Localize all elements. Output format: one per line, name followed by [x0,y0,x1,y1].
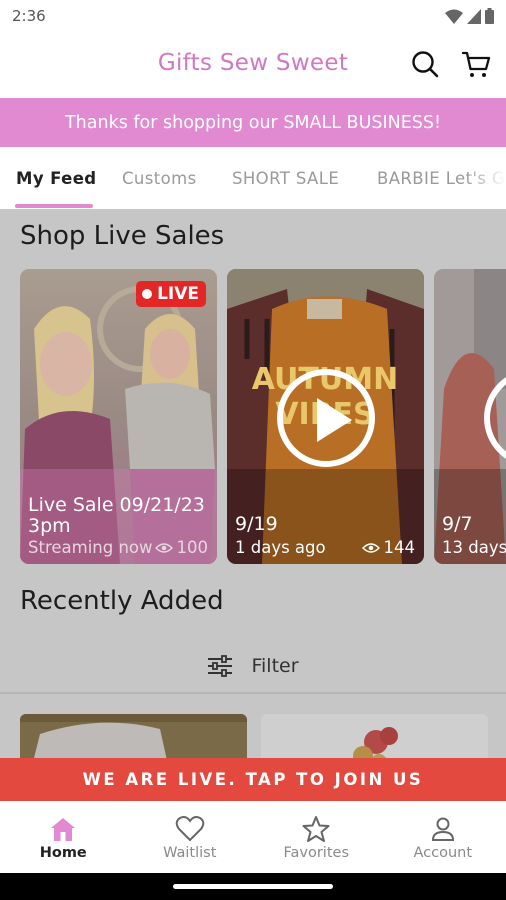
filter-button[interactable]: Filter [0,645,506,687]
nav-waitlist[interactable]: Waitlist [127,801,254,873]
tab-my-feed[interactable]: My Feed [16,169,97,188]
eye-icon [154,542,173,553]
card-title-line1: Live Sale 09/21/23 [28,494,205,516]
eye-icon [361,542,380,553]
product-image [20,714,247,758]
card-date: 13 days ago [442,538,506,557]
card-status: Streaming now [28,538,153,557]
nav-favorites[interactable]: Favorites [253,801,380,873]
filter-sliders-icon [208,655,233,677]
promo-banner: Thanks for shopping our SMALL BUSINESS! [0,98,506,147]
tab-customs[interactable]: Customs [122,169,197,188]
replay-sale-card[interactable]: 9/7 13 days ago [434,269,506,564]
wifi-icon [445,9,463,24]
main-content: Shop Live Sales LIVE Live Sale 09/21/23 … [0,209,506,758]
home-gesture-pill[interactable] [173,884,333,889]
play-icon[interactable] [277,369,375,467]
card-date: 1 days ago [235,538,326,557]
active-tab-indicator [15,204,93,208]
replay-sale-card[interactable]: AUTUMN VIBES 9/19 1 days ago 144 [227,269,424,564]
card-title: 9/19 [235,513,278,535]
nav-label-waitlist: Waitlist [163,845,217,861]
battery-icon [485,8,494,24]
product-tile[interactable] [20,714,247,758]
signal-icon [467,8,481,24]
nav-label-account: Account [413,845,473,861]
category-tabs: My Feed Customs SHORT SALE BARBIE Let's … [0,147,506,209]
nav-label-favorites: Favorites [283,845,350,861]
bottom-navigation: Home Waitlist Favorites Account [0,801,506,873]
product-tile[interactable] [261,714,488,758]
search-icon[interactable] [410,49,440,79]
live-badge: LIVE [136,281,206,307]
cart-icon[interactable] [461,49,491,79]
live-sale-card[interactable]: LIVE Live Sale 09/21/23 3pm Streaming no… [20,269,217,564]
app-header: Gifts Sew Sweet [0,32,506,98]
system-gesture-bar [0,873,506,900]
heart-icon [175,816,204,842]
card-views: 100 [154,538,209,557]
nav-account[interactable]: Account [380,801,506,873]
card-views: 144 [361,538,416,557]
live-sales-heading: Shop Live Sales [20,221,225,251]
tab-short-sale[interactable]: SHORT SALE [232,169,339,188]
card-title-line2: 3pm [28,515,71,537]
section-divider [0,692,506,694]
status-time: 2:36 [12,7,46,25]
nav-label-home: Home [39,845,87,861]
filter-label: Filter [251,655,299,677]
recently-added-heading: Recently Added [20,586,224,616]
live-badge-label: LIVE [157,284,199,304]
live-dot-icon [142,289,153,299]
star-icon [302,816,330,842]
nav-home[interactable]: Home [0,801,127,873]
product-image [261,714,488,758]
card-title: 9/7 [442,513,473,535]
status-icons [445,8,494,24]
person-icon [431,817,454,841]
view-count: 144 [383,538,416,557]
status-bar: 2:36 [0,0,506,32]
home-icon [51,818,76,841]
join-live-banner[interactable]: WE ARE LIVE. TAP TO JOIN US [0,758,506,801]
view-count: 100 [176,538,209,557]
tab-scroll-fade [466,147,506,209]
